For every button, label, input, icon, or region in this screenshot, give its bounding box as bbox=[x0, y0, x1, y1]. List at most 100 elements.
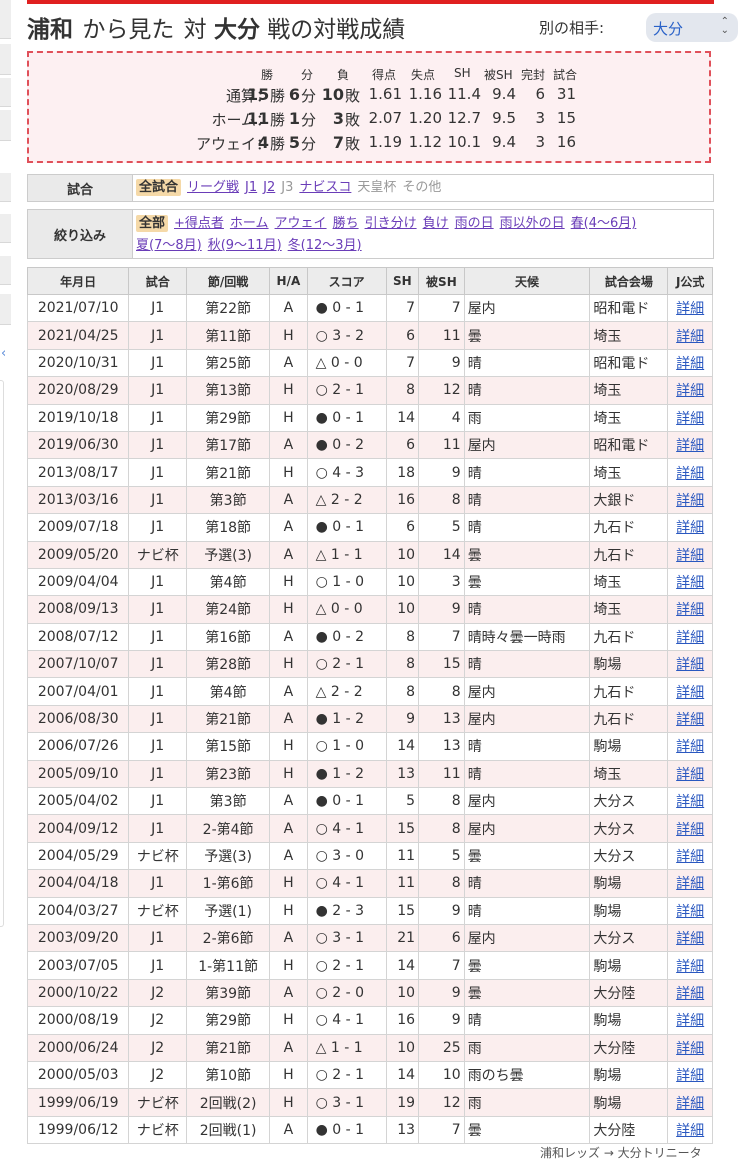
detail-link[interactable]: 詳細 bbox=[676, 602, 704, 618]
cell-official-link: 詳細 bbox=[667, 814, 713, 843]
col-header-score[interactable]: スコア bbox=[306, 267, 387, 295]
cell-venue: 埼玉 bbox=[589, 458, 669, 487]
match-filter-option[interactable]: 全試合 bbox=[136, 179, 182, 196]
narrow-filter-option[interactable]: 負け bbox=[423, 216, 449, 231]
cell-shots: 10 bbox=[385, 595, 420, 624]
cell-weather: 晴時々曇一時雨 bbox=[463, 622, 591, 652]
col-header-date[interactable]: 年月日 bbox=[26, 267, 130, 295]
table-row: 2021/07/10 J1 第22節 A ● 0 - 1 7 7 屋内 昭和電ド 詳細 bbox=[26, 293, 713, 323]
detail-link[interactable]: 詳細 bbox=[676, 1096, 704, 1112]
detail-link[interactable]: 詳細 bbox=[676, 411, 704, 427]
narrow-filter-option[interactable]: 雨以外の日 bbox=[500, 216, 565, 231]
detail-link[interactable]: 詳細 bbox=[676, 575, 704, 591]
col-header-weather[interactable]: 天候 bbox=[463, 267, 591, 295]
detail-link[interactable]: 詳細 bbox=[676, 438, 704, 454]
cell-opp-shots: 15 bbox=[418, 650, 465, 679]
col-header-official[interactable]: J公式 bbox=[667, 267, 713, 295]
cell-score: △ 2 - 2 bbox=[306, 485, 387, 515]
opponent-select[interactable]: 大分 ⌃ ⌄ bbox=[646, 13, 738, 42]
cell-home-away: A bbox=[269, 430, 308, 460]
detail-link[interactable]: 詳細 bbox=[676, 822, 704, 838]
cell-venue: 大分陸 bbox=[589, 1033, 669, 1062]
cell-official-link: 詳細 bbox=[667, 540, 713, 569]
cell-shots: 10 bbox=[385, 567, 420, 597]
col-header-competition[interactable]: 試合 bbox=[128, 267, 188, 295]
cell-opp-shots: 12 bbox=[418, 376, 465, 405]
match-filter-option[interactable]: リーグ戦 bbox=[187, 180, 239, 195]
match-filter-options: 全試合 リーグ戦 J1 J2 J3 ナビスコ 天皇杯 その他 bbox=[136, 177, 709, 199]
detail-link[interactable]: 詳細 bbox=[676, 986, 704, 1002]
detail-link[interactable]: 詳細 bbox=[676, 356, 704, 372]
cell-round: 第21節 bbox=[186, 1033, 271, 1062]
title-text-vs: 対 bbox=[183, 17, 207, 43]
detail-link[interactable]: 詳細 bbox=[676, 1123, 704, 1139]
cell-official-link: 詳細 bbox=[667, 321, 713, 350]
col-header-sh[interactable]: SH bbox=[385, 267, 420, 295]
detail-link[interactable]: 詳細 bbox=[676, 767, 704, 783]
narrow-filter-option[interactable]: 雨の日 bbox=[455, 216, 494, 231]
narrow-filter-option[interactable]: 春(4〜6月) bbox=[571, 216, 637, 231]
table-row: 2000/05/03 J2 第10節 H ○ 2 - 1 14 10 雨のち曇 駒場 詳細 bbox=[26, 1060, 713, 1090]
cell-score: ○ 4 - 1 bbox=[306, 869, 387, 898]
detail-link[interactable]: 詳細 bbox=[676, 1013, 704, 1029]
narrow-filter-option[interactable]: アウェイ bbox=[275, 216, 327, 231]
col-header-venue[interactable]: 試合会場 bbox=[589, 267, 669, 295]
narrow-filter-option[interactable]: 夏(7〜8月) bbox=[136, 238, 202, 253]
narrow-filter-option[interactable]: ホーム bbox=[230, 216, 269, 231]
table-row: 2000/06/24 J2 第21節 A △ 1 - 1 10 25 雨大分陸 詳細 bbox=[26, 1033, 713, 1062]
cell-shots: 9 bbox=[385, 704, 420, 734]
footer-link[interactable]: 浦和レッズ → 大分トリニータ bbox=[540, 1144, 702, 1161]
detail-link[interactable]: 詳細 bbox=[676, 657, 704, 673]
detail-link[interactable]: 詳細 bbox=[676, 904, 704, 920]
cell-official-link: 詳細 bbox=[667, 732, 713, 761]
chevron-left-icon[interactable]: ‹ bbox=[1, 346, 6, 361]
cell-shots: 18 bbox=[385, 458, 420, 487]
narrow-filter-option[interactable]: 全部 bbox=[136, 215, 169, 232]
detail-link[interactable]: 詳細 bbox=[676, 383, 704, 399]
col-header-ha[interactable]: H/A bbox=[269, 267, 308, 295]
match-filter-option[interactable]: J2 bbox=[263, 180, 275, 195]
detail-link[interactable]: 詳細 bbox=[676, 1068, 704, 1084]
match-filter-option[interactable]: J1 bbox=[245, 180, 257, 195]
detail-link[interactable]: 詳細 bbox=[676, 1041, 704, 1057]
detail-link[interactable]: 詳細 bbox=[676, 739, 704, 755]
detail-link[interactable]: 詳細 bbox=[676, 630, 704, 646]
cell-competition: J2 bbox=[128, 978, 188, 1008]
narrow-filter-option[interactable]: 秋(9〜11月) bbox=[208, 238, 282, 253]
table-row: 2019/10/18 J1 第29節 H ● 0 - 1 14 4 雨埼玉 詳細 bbox=[26, 403, 713, 432]
side-panel-edge bbox=[0, 380, 4, 927]
detail-link[interactable]: 詳細 bbox=[676, 794, 704, 810]
narrow-filter-option[interactable]: 引き分け bbox=[365, 216, 417, 231]
detail-link[interactable]: 詳細 bbox=[676, 520, 704, 536]
detail-link[interactable]: 詳細 bbox=[676, 712, 704, 728]
cell-home-away: A bbox=[269, 677, 308, 706]
cell-home-away: A bbox=[269, 1033, 308, 1062]
cell-date: 2021/04/25 bbox=[26, 321, 130, 350]
narrow-filter-option[interactable]: 勝ち bbox=[333, 216, 359, 231]
detail-link[interactable]: 詳細 bbox=[676, 959, 704, 975]
detail-link[interactable]: 詳細 bbox=[676, 849, 704, 865]
detail-link[interactable]: 詳細 bbox=[676, 493, 704, 509]
summary-loss: 7 bbox=[332, 133, 344, 152]
col-header-opp-sh[interactable]: 被SH bbox=[418, 267, 465, 295]
col-header-round[interactable]: 節/回戦 bbox=[186, 267, 271, 295]
detail-link[interactable]: 詳細 bbox=[676, 685, 704, 701]
match-filter-option[interactable]: ナビスコ bbox=[299, 180, 351, 195]
cell-date: 1999/06/12 bbox=[26, 1115, 130, 1145]
detail-link[interactable]: 詳細 bbox=[676, 931, 704, 947]
cell-shots: 8 bbox=[385, 677, 420, 706]
cell-home-away: A bbox=[269, 787, 308, 816]
cell-shots: 8 bbox=[385, 650, 420, 679]
narrow-filter-option[interactable]: +得点者 bbox=[174, 216, 224, 231]
cell-score: ○ 2 - 1 bbox=[306, 650, 387, 679]
cell-weather: 晴 bbox=[463, 458, 591, 487]
cell-date: 2000/06/24 bbox=[26, 1033, 130, 1062]
detail-link[interactable]: 詳細 bbox=[676, 876, 704, 892]
detail-link[interactable]: 詳細 bbox=[676, 466, 704, 482]
detail-link[interactable]: 詳細 bbox=[676, 329, 704, 345]
detail-link[interactable]: 詳細 bbox=[676, 301, 704, 317]
detail-link[interactable]: 詳細 bbox=[676, 548, 704, 564]
narrow-filter-option[interactable]: 冬(12〜3月) bbox=[288, 238, 362, 253]
cell-venue: 九石ド bbox=[589, 704, 669, 734]
cell-round: 第15節 bbox=[186, 732, 271, 761]
